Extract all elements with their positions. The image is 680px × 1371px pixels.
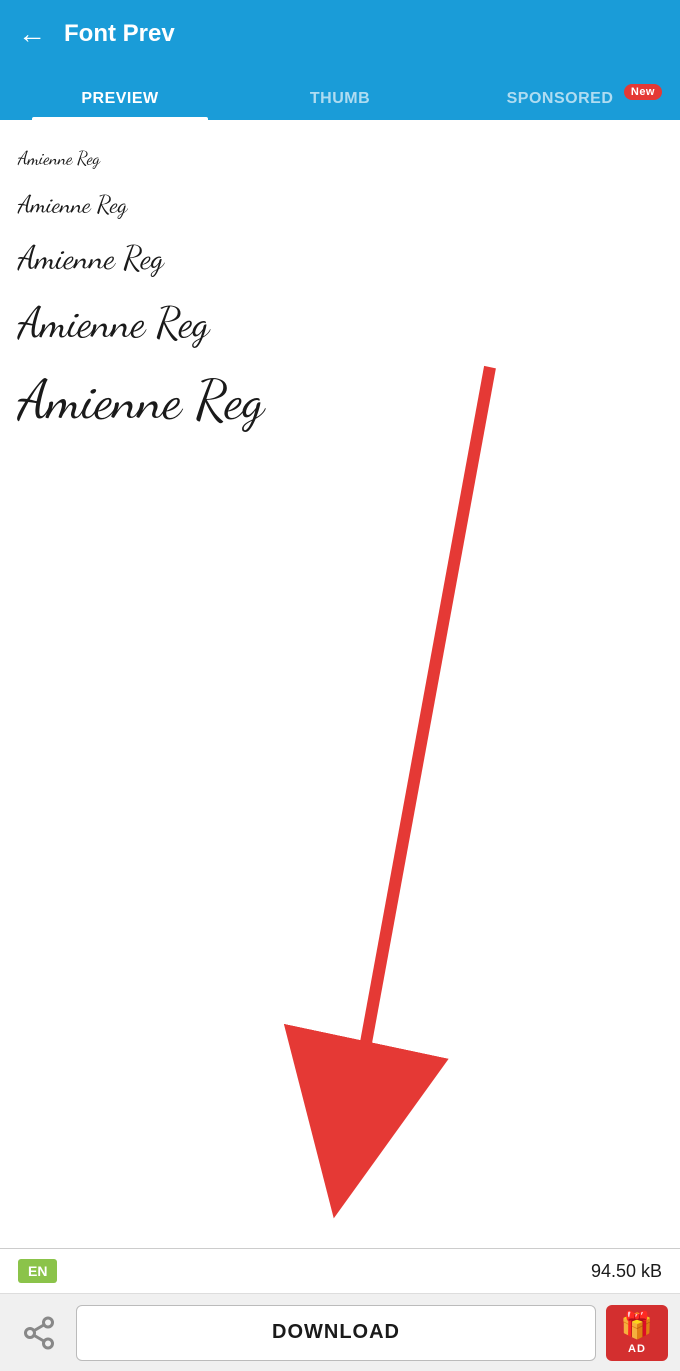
font-preview-lg: Amienne Reg <box>18 287 662 358</box>
bottom-bar: DOWNLOAD 🎁 AD <box>0 1293 680 1371</box>
font-preview-xs: Amienne Reg <box>18 138 662 180</box>
font-preview-md: Amienne Reg <box>18 229 662 287</box>
back-button[interactable]: ← <box>18 20 46 48</box>
ad-label: AD <box>628 1343 646 1355</box>
tabs-bar: PREVIEW THUMB SPONSORED New <box>0 68 680 120</box>
file-size: 94.50 kB <box>591 1261 662 1282</box>
gift-ad-button[interactable]: 🎁 AD <box>606 1305 668 1361</box>
new-badge: New <box>624 84 662 100</box>
gift-icon: 🎁 <box>621 1310 653 1341</box>
preview-content: Amienne Reg Amienne Reg Amienne Reg Amie… <box>0 120 680 1248</box>
tab-thumb[interactable]: THUMB <box>230 80 450 120</box>
info-bar: EN 94.50 kB <box>0 1248 680 1293</box>
header-title: Font Prev <box>64 20 175 48</box>
font-preview-sm: Amienne Reg <box>18 180 662 229</box>
language-badge: EN <box>18 1259 57 1283</box>
tab-preview[interactable]: PREVIEW <box>10 80 230 120</box>
share-button[interactable] <box>12 1306 66 1360</box>
share-icon <box>21 1315 57 1351</box>
download-button[interactable]: DOWNLOAD <box>76 1305 596 1361</box>
font-preview-xl: Amienne Reg <box>18 358 662 443</box>
header: ← Font Prev <box>0 0 680 68</box>
tab-sponsored[interactable]: SPONSORED New <box>450 80 670 120</box>
